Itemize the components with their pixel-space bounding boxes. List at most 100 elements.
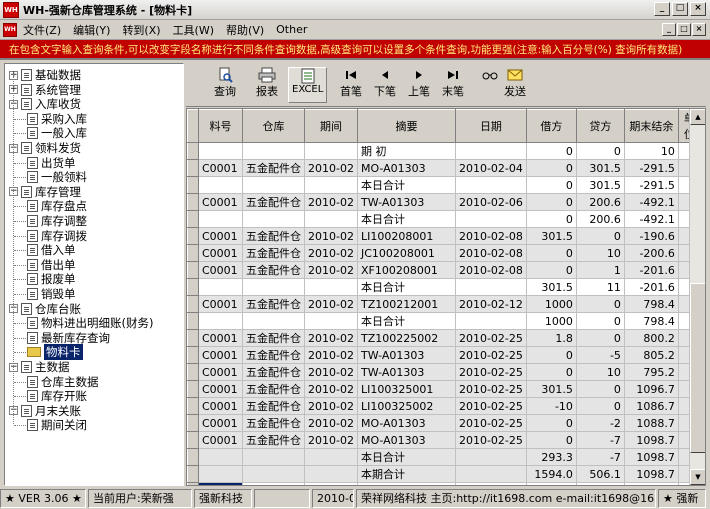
row-indicator[interactable] [187, 142, 199, 160]
table-cell[interactable]: 0 [526, 159, 577, 177]
table-cell[interactable]: 1000 [526, 295, 577, 313]
row-indicator[interactable] [187, 159, 199, 177]
row-indicator[interactable] [187, 278, 199, 296]
excel-button[interactable]: EXCEL [288, 67, 328, 103]
table-row[interactable]: C0001 五金配件仓 2010-02 LI100325002 2010-02-25 -1… [187, 397, 701, 415]
table-cell[interactable]: 2010-02-25 [455, 397, 527, 415]
table-row[interactable]: C0001 五金配件仓 2010-02 TZ100212001 2010-02-12 10… [187, 295, 701, 313]
table-row[interactable]: C0001 五金配件仓 2010-02 TW-A01303 2010-02-25 0 10 7… [187, 363, 701, 381]
row-indicator[interactable]: ▶ [187, 482, 199, 485]
table-cell[interactable]: 2010-02-04 [455, 159, 527, 177]
table-cell[interactable]: 506.1 [576, 465, 625, 483]
tree-item[interactable]: 报废单 [27, 272, 76, 286]
table-cell[interactable] [304, 482, 358, 485]
table-cell[interactable] [304, 176, 358, 194]
row-indicator[interactable] [187, 312, 199, 330]
last-record-button[interactable]: 末笔 [442, 67, 464, 103]
tree-item[interactable]: − 仓库台账 [9, 302, 81, 316]
table-cell[interactable]: 2010-02-08 [455, 261, 527, 279]
row-indicator[interactable] [187, 295, 199, 313]
table-cell[interactable]: 五金配件仓 [242, 346, 305, 364]
table-cell[interactable]: MO-A01303 [357, 414, 456, 432]
table-row[interactable]: 本期合计 1594.0 506.1 1098.7 [187, 465, 701, 483]
table-cell[interactable] [304, 448, 358, 466]
table-cell[interactable]: C0001 [198, 193, 243, 211]
table-cell[interactable]: 10 [576, 244, 625, 262]
table-cell[interactable]: 0 [526, 244, 577, 262]
table-cell[interactable]: TW-A01303 [357, 363, 456, 381]
table-cell[interactable]: 1594.8 [526, 482, 577, 485]
table-cell[interactable]: 0 [576, 312, 625, 330]
table-cell[interactable]: C0001 [198, 329, 243, 347]
menu-goto[interactable]: 转到(X) [116, 22, 166, 38]
table-cell[interactable] [304, 465, 358, 483]
table-cell[interactable] [198, 482, 243, 485]
row-indicator[interactable] [187, 363, 199, 381]
table-cell[interactable]: 五金配件仓 [242, 261, 305, 279]
table-row[interactable]: C0001 五金配件仓 2010-02 LI100325001 2010-02-25 30… [187, 380, 701, 398]
table-cell[interactable]: 五金配件仓 [242, 244, 305, 262]
table-cell[interactable]: 2010-02-12 [455, 295, 527, 313]
table-cell[interactable] [198, 312, 243, 330]
header-date[interactable]: 日期 [454, 109, 527, 143]
table-cell[interactable]: 2010-02 [304, 159, 358, 177]
table-cell[interactable] [455, 465, 527, 483]
table-row[interactable]: C0001 五金配件仓 2010-02 TW-A01303 2010-02-06 0 200… [187, 193, 701, 211]
tree-item[interactable]: 借入单 [27, 243, 76, 257]
table-cell[interactable]: 0 [576, 397, 625, 415]
row-indicator[interactable] [187, 210, 199, 228]
table-cell[interactable] [198, 278, 243, 296]
table-cell[interactable]: 0 [526, 210, 577, 228]
tree-item[interactable]: − 库存管理 [9, 185, 81, 199]
table-cell[interactable] [455, 312, 527, 330]
maximize-button[interactable]: □ [672, 2, 688, 16]
table-cell[interactable]: 2010-02-08 [455, 244, 527, 262]
table-cell[interactable]: 五金配件仓 [242, 363, 305, 381]
table-cell[interactable]: C0001 [198, 346, 243, 364]
tree-item[interactable]: 库存调拨 [27, 229, 87, 243]
table-cell[interactable]: 11 [576, 278, 625, 296]
table-cell[interactable]: 2010-02-25 [455, 329, 527, 347]
table-row[interactable]: 本日合计 0 301.5 -291.5 [187, 176, 701, 194]
table-cell[interactable]: 2010-02 [304, 227, 358, 245]
table-cell[interactable]: 301.5 [526, 278, 577, 296]
report-button[interactable]: 报表 [256, 67, 278, 103]
menu-tools[interactable]: 工具(W) [167, 22, 220, 38]
table-cell[interactable]: 期 初 [357, 142, 456, 160]
row-indicator[interactable] [187, 193, 199, 211]
tree-item[interactable]: 物料卡 [27, 344, 83, 361]
table-cell[interactable]: 0 [526, 414, 577, 432]
row-indicator[interactable] [187, 176, 199, 194]
table-cell[interactable]: 293.3 [526, 448, 577, 466]
find-button[interactable] [480, 67, 500, 103]
table-cell[interactable]: TZ100225002 [357, 329, 456, 347]
table-cell[interactable]: C0001 [198, 431, 243, 449]
table-row[interactable]: C0001 五金配件仓 2010-02 JC100208001 2010-02-08 0 1… [187, 244, 701, 262]
tree-item[interactable]: 销毁单 [27, 287, 76, 301]
table-cell[interactable]: 0 [526, 176, 577, 194]
table-row[interactable]: C0001 五金配件仓 2010-02 MO-A01303 2010-02-04 0 301… [187, 159, 701, 177]
row-indicator[interactable] [187, 448, 199, 466]
table-cell[interactable]: -291.5 [624, 176, 679, 194]
table-cell[interactable]: -201.6 [624, 278, 679, 296]
table-cell[interactable]: LI100208001 [357, 227, 456, 245]
row-indicator[interactable] [187, 329, 199, 347]
table-cell[interactable]: -190.6 [624, 227, 679, 245]
table-cell[interactable]: 2010-02-25 [455, 363, 527, 381]
table-cell[interactable]: XF100208001 [357, 261, 456, 279]
query-button[interactable]: 查询 [214, 67, 236, 103]
table-cell[interactable]: -492.1 [624, 193, 679, 211]
table-cell[interactable]: 本日合计 [357, 278, 456, 296]
table-cell[interactable] [455, 142, 527, 160]
table-row[interactable]: 本日合计 293.3 -7 1098.7 [187, 448, 701, 466]
table-cell[interactable]: 2010-02 [304, 363, 358, 381]
table-cell[interactable] [242, 176, 305, 194]
table-cell[interactable]: 800.2 [624, 329, 679, 347]
table-cell[interactable]: 2010-02 [304, 193, 358, 211]
table-cell[interactable]: -201.6 [624, 261, 679, 279]
mdi-minimize-button[interactable]: _ [662, 23, 676, 36]
table-cell[interactable] [455, 278, 527, 296]
table-cell[interactable]: 2010-02 [304, 261, 358, 279]
table-cell[interactable] [304, 278, 358, 296]
send-button[interactable]: 发送 [504, 67, 526, 103]
